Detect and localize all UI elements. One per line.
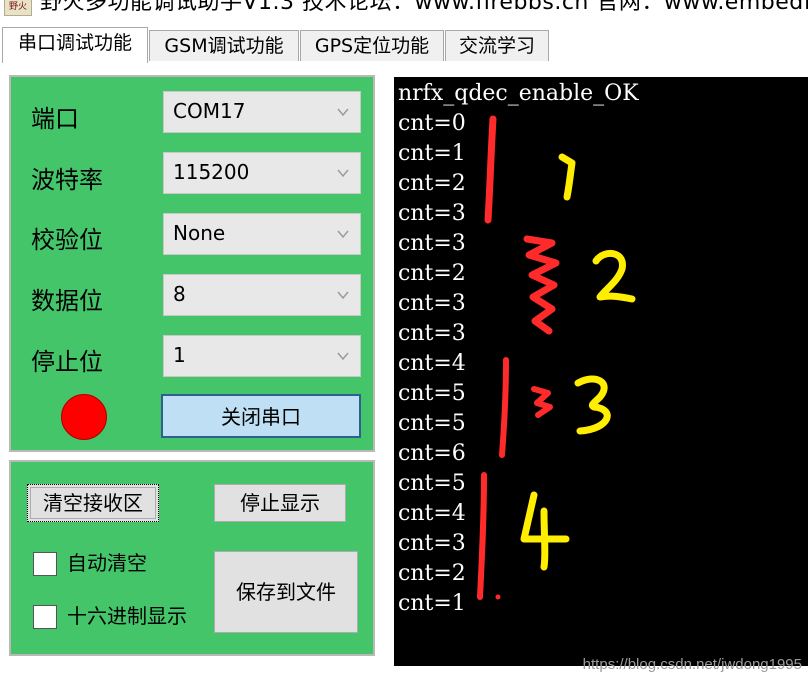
baud-select[interactable]: 115200 (163, 152, 361, 194)
tab-gps-location[interactable]: GPS定位功能 (300, 30, 444, 61)
app-icon: 野火 (4, 0, 32, 16)
receive-terminal[interactable]: nrfx_qdec_enable_OK cnt=0 cnt=1 cnt=2 cn… (394, 77, 808, 666)
port-value: COM17 (173, 99, 246, 123)
tab-communication[interactable]: 交流学习 (445, 30, 549, 61)
baud-value: 115200 (173, 160, 250, 184)
port-status-indicator (61, 394, 107, 440)
red-squiggle-mark (523, 235, 560, 335)
port-label: 端口 (31, 105, 79, 133)
yellow-number-3-mark (574, 375, 611, 435)
red-dot-mark (495, 594, 501, 600)
chevron-down-icon (337, 169, 349, 178)
hex-display-label: 十六进制显示 (67, 604, 187, 628)
chevron-down-icon (337, 291, 349, 300)
port-select[interactable]: COM17 (163, 91, 361, 133)
stop-bits-label: 停止位 (31, 348, 103, 376)
red-squiggle-mark (531, 386, 553, 418)
auto-clear-label: 自动清空 (67, 551, 147, 575)
chevron-down-icon (337, 230, 349, 239)
tab-gsm-debug[interactable]: GSM调试功能 (149, 30, 299, 61)
tab-serial-debug[interactable]: 串口调试功能 (2, 27, 148, 63)
hex-display-checkbox[interactable] (33, 605, 57, 629)
data-bits-label: 数据位 (31, 287, 103, 315)
save-to-file-button[interactable]: 保存到文件 (214, 551, 358, 633)
title-bar: 野火 野火多功能调试助手V1.3 技术论坛：www.firebbs.cn 官网：… (0, 0, 808, 22)
window-title: 野火多功能调试助手V1.3 技术论坛：www.firebbs.cn 官网：www… (40, 0, 808, 15)
parity-label: 校验位 (31, 226, 103, 254)
stop-bits-select[interactable]: 1 (163, 335, 361, 377)
baud-label: 波特率 (31, 166, 103, 194)
serial-settings-panel: 端口 COM17 波特率 115200 校验位 None 数据位 8 停止位 1… (9, 75, 375, 452)
stop-display-button[interactable]: 停止显示 (214, 484, 346, 522)
chevron-down-icon (337, 352, 349, 361)
watermark: https://blog.csdn.net/jwdong1995 (582, 656, 802, 673)
auto-clear-checkbox[interactable] (33, 552, 57, 576)
tab-bar: 串口调试功能 GSM调试功能 GPS定位功能 交流学习 (0, 27, 808, 63)
stop-bits-value: 1 (173, 343, 186, 367)
annotation-overlay (477, 115, 636, 600)
red-bracket-mark (477, 472, 487, 600)
close-port-button[interactable]: 关闭串口 (161, 394, 361, 438)
parity-value: None (173, 221, 226, 245)
parity-select[interactable]: None (163, 213, 361, 255)
clear-receive-button[interactable]: 清空接收区 (27, 484, 159, 522)
red-bracket-mark (484, 115, 497, 224)
yellow-number-4-mark (520, 491, 570, 571)
data-bits-value: 8 (173, 282, 186, 306)
yellow-number-2-mark (592, 250, 636, 303)
chevron-down-icon (337, 108, 349, 117)
data-bits-select[interactable]: 8 (163, 274, 361, 316)
red-bracket-mark (499, 357, 509, 458)
receive-controls-panel: 清空接收区 停止显示 自动清空 十六进制显示 保存到文件 (9, 460, 375, 656)
yellow-number-1-mark (558, 153, 576, 201)
